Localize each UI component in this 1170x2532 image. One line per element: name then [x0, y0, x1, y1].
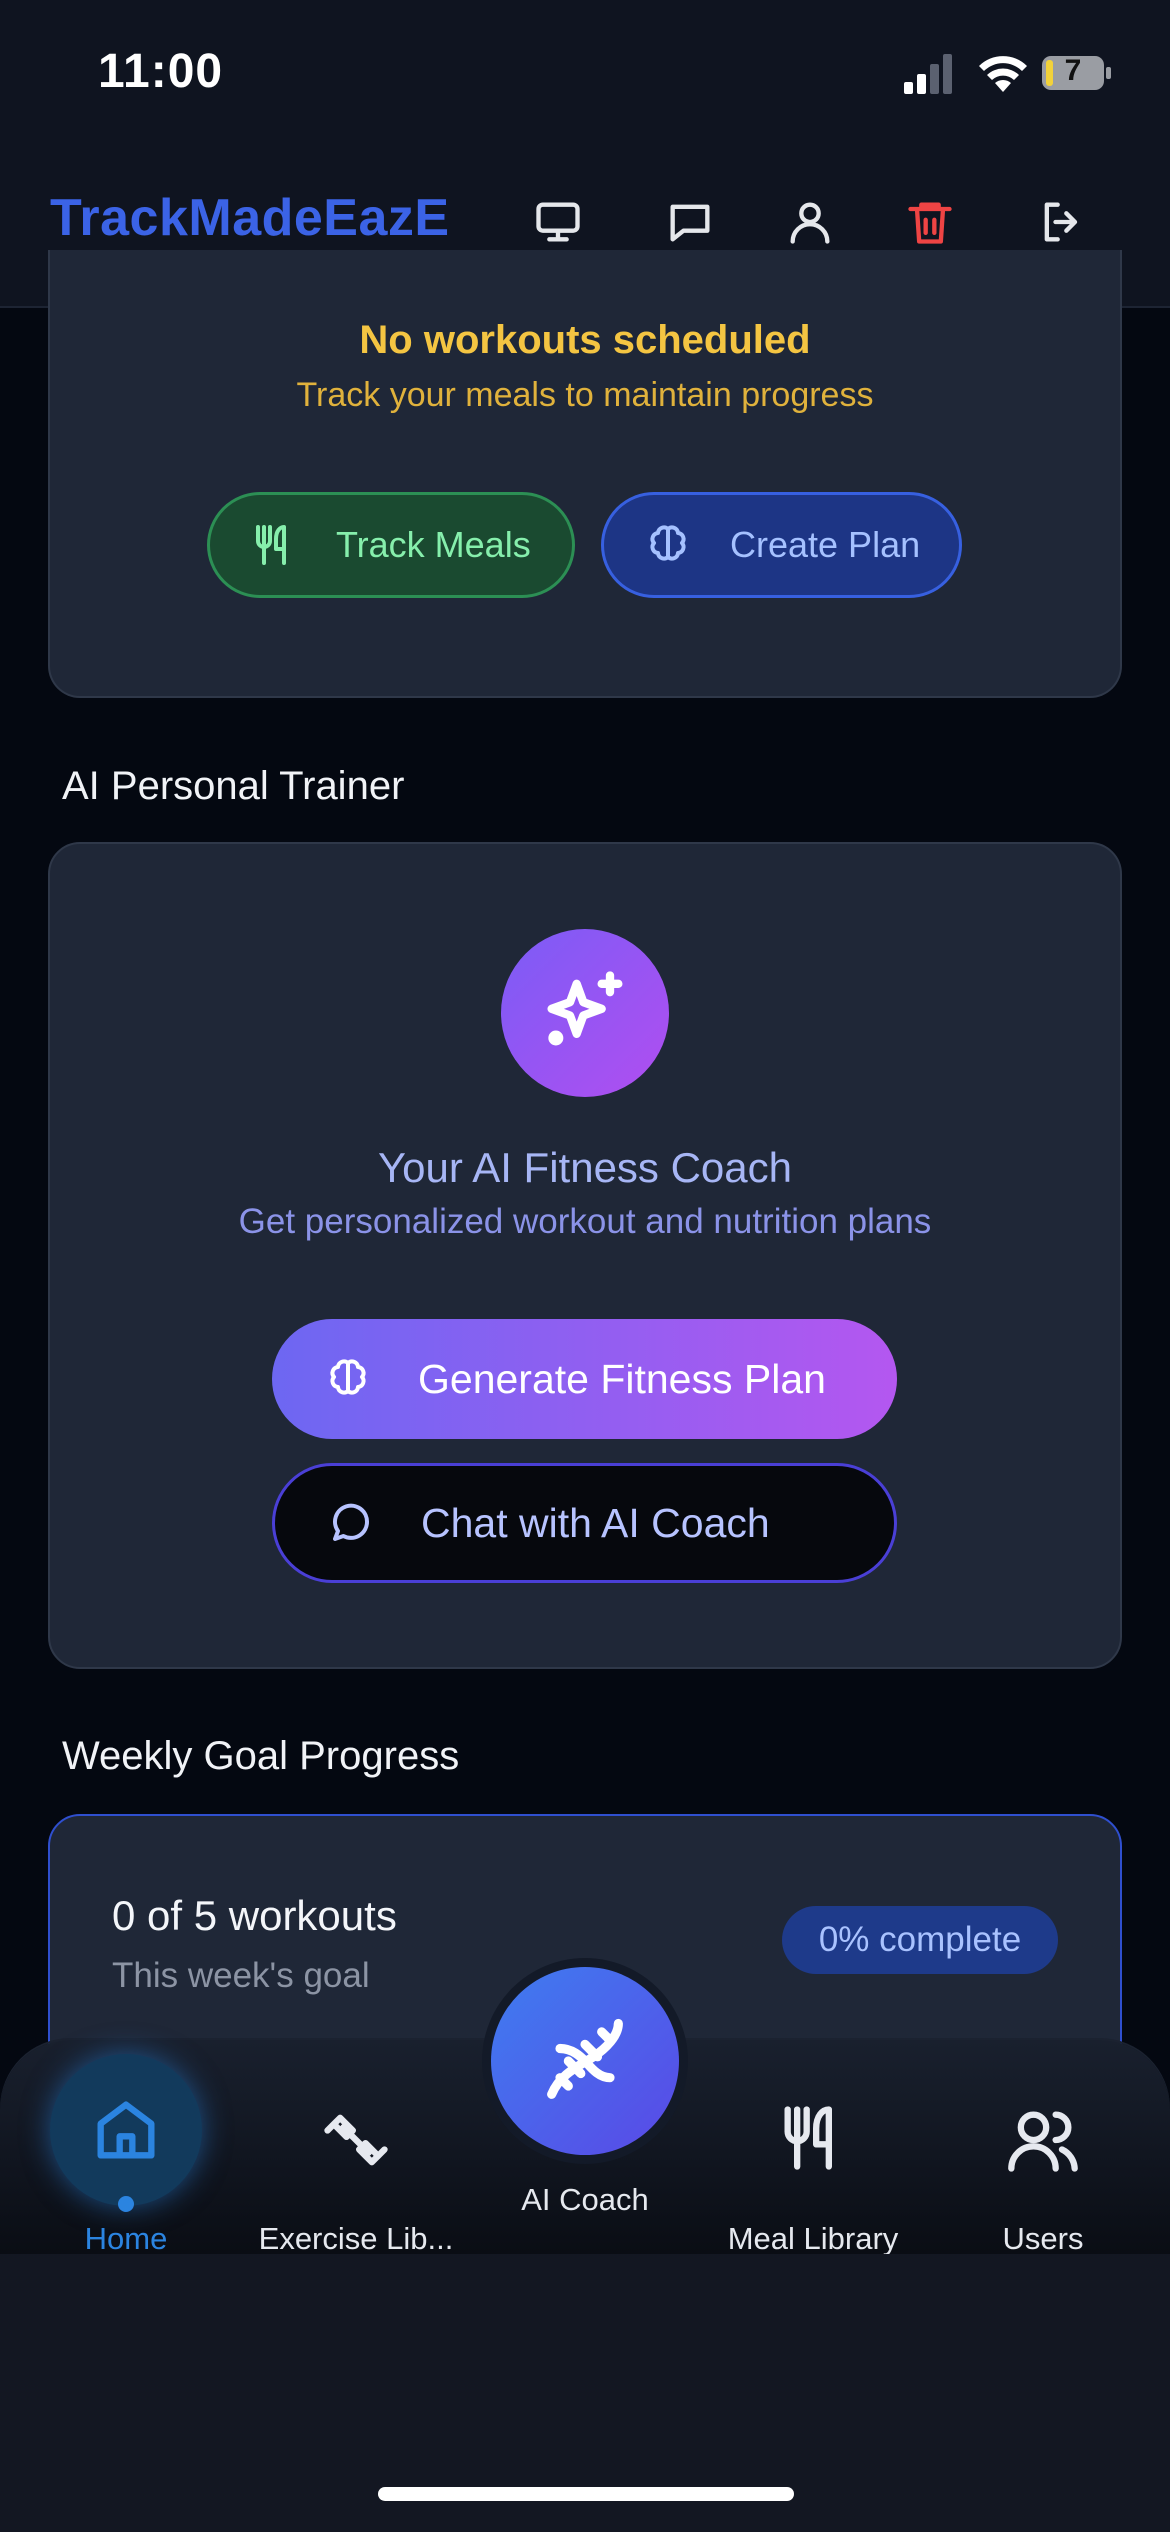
- no-workouts-subtitle: Track your meals to maintain progress: [296, 376, 874, 414]
- status-time: 11:00: [98, 45, 224, 98]
- nav-exercise-label[interactable]: Exercise Lib...: [246, 2221, 466, 2257]
- create-plan-button[interactable]: Create Plan: [601, 492, 962, 598]
- brain-icon: [650, 525, 686, 561]
- sparkles-icon: [547, 971, 623, 1046]
- users-icon[interactable]: [1005, 2102, 1081, 2178]
- generate-fitness-plan-button[interactable]: Generate Fitness Plan: [272, 1319, 897, 1439]
- coach-title: Your AI Fitness Coach: [377, 1144, 792, 1191]
- message-icon[interactable]: [664, 196, 716, 248]
- logout-icon[interactable]: [1036, 196, 1088, 248]
- wifi-icon: [979, 56, 1027, 92]
- active-indicator: [118, 2196, 134, 2212]
- no-workouts-title: No workouts scheduled: [359, 318, 811, 362]
- utensils-icon[interactable]: [775, 2100, 851, 2176]
- nav-meal-label[interactable]: Meal Library: [703, 2221, 923, 2257]
- track-meals-button[interactable]: Track Meals: [207, 492, 575, 598]
- chat-bubble-icon: [333, 1503, 370, 1541]
- ai-section-heading: AI Personal Trainer: [62, 764, 405, 808]
- nav-users-label[interactable]: Users: [978, 2221, 1108, 2257]
- nav-home-label[interactable]: Home: [60, 2221, 192, 2257]
- goal-subtitle: This week's goal: [112, 1956, 370, 1995]
- coach-subtitle: Get personalized workout and nutrition p…: [238, 1202, 932, 1241]
- goal-section-heading: Weekly Goal Progress: [62, 1734, 460, 1778]
- nav-ai-coach-label[interactable]: AI Coach: [485, 2182, 685, 2218]
- track-meals-label: Track Meals: [336, 524, 531, 565]
- chat-ai-coach-button[interactable]: Chat with AI Coach: [272, 1463, 897, 1583]
- user-icon[interactable]: [784, 196, 836, 248]
- dumbbell-icon[interactable]: [318, 2102, 394, 2178]
- app-brand[interactable]: TrackMadeEazE: [50, 188, 450, 248]
- signal-icon: [904, 54, 952, 94]
- generate-plan-label: Generate Fitness Plan: [418, 1355, 826, 1402]
- ai-sparkle-badge: [501, 929, 669, 1097]
- create-plan-label: Create Plan: [730, 524, 921, 565]
- progress-badge: 0% complete: [782, 1906, 1058, 1974]
- home-icon[interactable]: [88, 2092, 164, 2168]
- battery-level: 7: [1064, 54, 1082, 87]
- monitor-icon[interactable]: [532, 196, 584, 248]
- dna-icon: [547, 2018, 623, 2099]
- chat-ai-coach-label: Chat with AI Coach: [421, 1499, 770, 1546]
- utensils-icon: [256, 525, 286, 565]
- home-indicator[interactable]: [378, 2487, 794, 2501]
- ai-coach-fab[interactable]: [491, 1967, 679, 2155]
- trash-icon[interactable]: [904, 196, 956, 248]
- goal-count: 0 of 5 workouts: [112, 1892, 397, 1939]
- brain-icon: [330, 1359, 366, 1395]
